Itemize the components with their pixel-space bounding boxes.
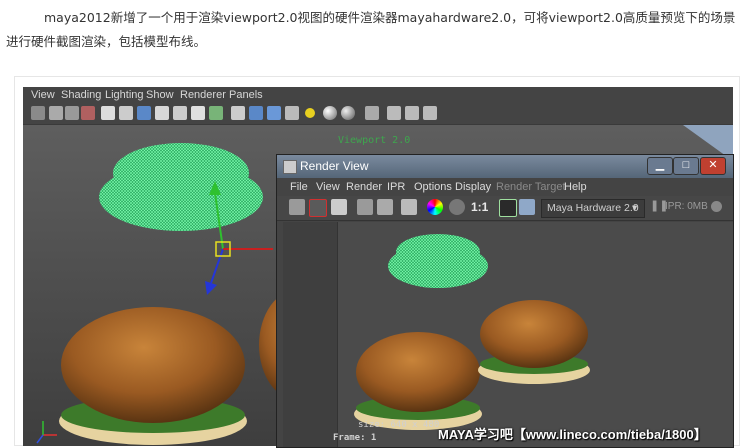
render-region-icon[interactable] [309,199,327,217]
field-chart-icon[interactable] [173,106,187,120]
resolution-gate-icon[interactable] [137,106,151,120]
real-size-button[interactable]: 1:1 [471,200,491,216]
menu-renderer[interactable]: Renderer [180,89,226,101]
rendered-burger-right [478,300,590,384]
rv-menu-file[interactable]: File [290,181,308,193]
render-view-side-panel [283,222,338,447]
safe-action-icon[interactable] [191,106,205,120]
render-settings-icon[interactable] [401,199,417,215]
rv-menu-help[interactable]: Help [564,181,587,193]
lights-icon[interactable] [305,108,315,118]
rv-menu-ipr[interactable]: IPR [387,181,405,193]
menu-view[interactable]: View [31,89,55,101]
refresh-ipr-icon[interactable] [377,199,393,215]
xray-joints-icon[interactable] [405,106,419,120]
render-view-titlebar[interactable]: Render View ▁ □ ✕ [277,155,733,178]
ipr-memory-label: IPR: 0MB [665,201,708,212]
wireframe-on-shaded-icon[interactable] [267,106,281,120]
remove-image-icon[interactable] [519,199,535,215]
redo-render-icon[interactable] [289,199,305,215]
menu-panels[interactable]: Panels [229,89,263,101]
rgb-channels-icon[interactable] [427,199,443,215]
render-view-window: Render View ▁ □ ✕ File View Render IPR O… [276,154,734,448]
textured-icon[interactable] [285,106,299,120]
isolate-select-icon[interactable] [365,106,379,120]
image-plane-icon[interactable] [81,106,95,120]
xray-components-icon[interactable] [423,106,437,120]
rv-menu-display[interactable]: Display [455,181,491,193]
wireframe-icon[interactable] [231,106,245,120]
rv-menu-view[interactable]: View [316,181,340,193]
render-size-info: size: 640 x 480 [358,420,440,430]
render-view-window-icon [283,160,297,174]
camera-icon[interactable] [31,106,45,120]
renderer-select[interactable]: Maya Hardware 2.0 ▾ [541,199,645,218]
close-button[interactable]: ✕ [700,157,726,175]
shadows-icon[interactable] [323,106,337,120]
render-view-title: Render View [300,159,369,173]
render-frame-info: Frame: 1 [333,433,377,443]
ipr-render-icon[interactable] [357,199,373,215]
snapshot-icon[interactable] [331,199,347,215]
menu-shading[interactable]: Shading [61,89,101,101]
safe-title-icon[interactable] [209,106,223,120]
maya-menubar: View Shading Lighting Show Renderer Pane… [23,87,733,104]
wireframe-burger[interactable] [99,143,263,231]
menu-show[interactable]: Show [146,89,174,101]
grid-icon[interactable] [101,106,115,120]
bookmark-icon[interactable] [65,106,79,120]
select-camera-icon[interactable] [49,106,63,120]
article-intro: maya2012新增了一个用于渲染viewport2.0视图的硬件渲染器maya… [6,10,736,49]
film-gate-icon[interactable] [119,106,133,120]
ipr-status-icon [711,201,722,212]
watermark: MAYA学习吧【www.lineco.com/tieba/1800】 [438,427,707,442]
pause-ipr-icon[interactable]: ❚❚ [650,199,668,215]
xray-icon[interactable] [387,106,401,120]
axis-indicator [36,421,57,444]
keep-image-icon[interactable] [499,199,517,217]
ambient-occlusion-icon[interactable] [341,106,355,120]
chevron-down-icon: ▾ [632,202,638,214]
rv-menu-render-target: Render Target [496,181,566,193]
gate-mask-icon[interactable] [155,106,169,120]
menu-lighting[interactable]: Lighting [105,89,144,101]
minimize-button[interactable]: ▁ [647,157,673,175]
smooth-shade-icon[interactable] [249,106,263,120]
render-view-toolbar: 1:1 Maya Hardware 2.0 ▾ ❚❚ IPR: 0MB [277,196,733,221]
alpha-channel-icon[interactable] [449,199,465,215]
maya-panel-toolbar [23,104,733,125]
rv-menu-render[interactable]: Render [346,181,382,193]
rendered-burger-left [354,332,482,430]
shaded-burger-large[interactable] [59,307,247,445]
render-view-menubar: File View Render IPR Options Display Ren… [277,178,733,196]
rv-menu-options[interactable]: Options [414,181,452,193]
renderer-select-value: Maya Hardware 2.0 [547,202,639,214]
rendered-wireframe-burger [388,234,488,288]
rendered-scene [354,234,590,430]
render-image-area[interactable]: size: 640 x 480 [338,222,733,447]
maximize-button[interactable]: □ [673,157,699,175]
